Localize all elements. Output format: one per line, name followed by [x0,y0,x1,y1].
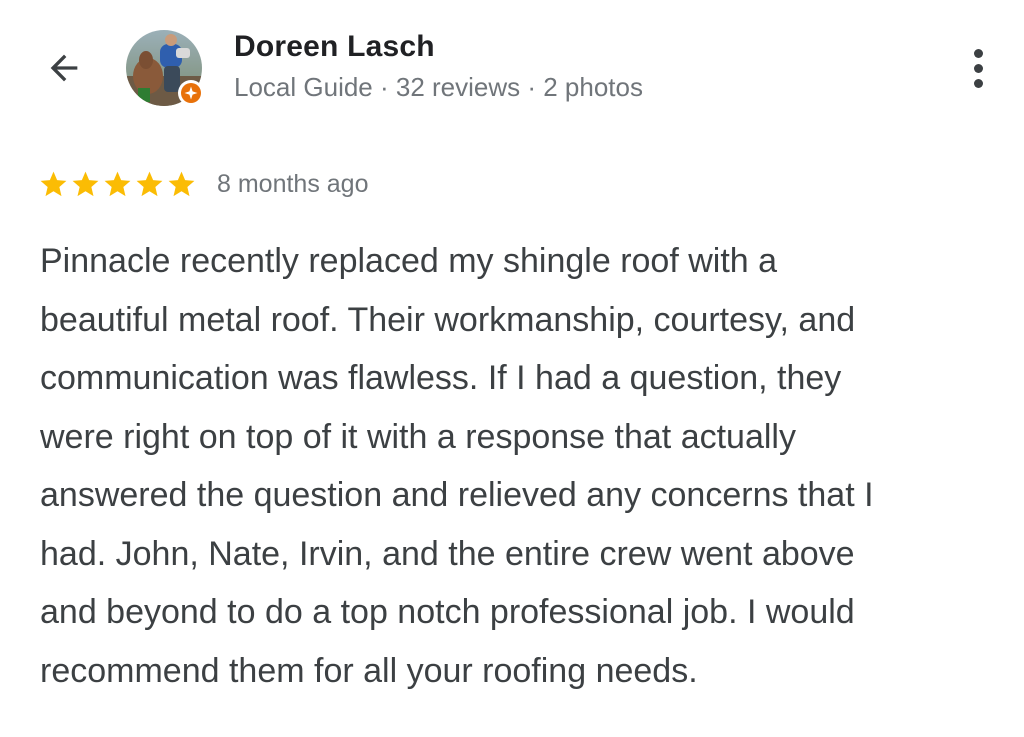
review-text-line: answered the question and relieved any c… [40,476,874,514]
review-text-line: were right on top of it with a response … [40,417,796,456]
review-header: Doreen Lasch Local Guide · 32 reviews · … [0,0,1024,130]
review-text-line: Pinnacle recently replaced my shingle ro… [40,242,778,280]
star-icon [136,171,163,196]
arrow-back-icon [50,54,78,82]
review-text-line: recommend them for all your roofing need… [40,651,698,690]
more-vert-icon-dot [973,63,983,73]
star-icon [72,171,99,196]
review-text-line: and beyond to do a top notch professiona… [40,593,855,631]
more-vert-icon [973,48,983,58]
star-icon [168,171,195,196]
reviewer-meta[interactable]: Local Guide · 32 reviews · 2 photos [234,72,643,103]
rating-row: 8 months ago [38,164,369,204]
more-options-button[interactable] [956,44,1000,92]
reviewer-avatar-container[interactable] [126,28,206,108]
review-text-line: had. John, Nate, Irvin, and the entire c… [40,534,855,573]
star-icon [104,171,131,196]
star-icon [40,171,67,196]
review-text: Pinnacle recently replaced my shingle ro… [40,232,1010,700]
more-vert-icon-dot [973,78,983,88]
star-rating [38,169,197,200]
reviewer-name[interactable]: Doreen Lasch [234,30,435,64]
review-date: 8 months ago [217,169,369,198]
review-text-line: beautiful metal roof. Their workmanship,… [40,300,856,339]
back-button[interactable] [40,44,88,92]
review-text-line: communication was flawless. If I had a q… [40,359,842,397]
local-guide-badge-icon [178,80,204,106]
